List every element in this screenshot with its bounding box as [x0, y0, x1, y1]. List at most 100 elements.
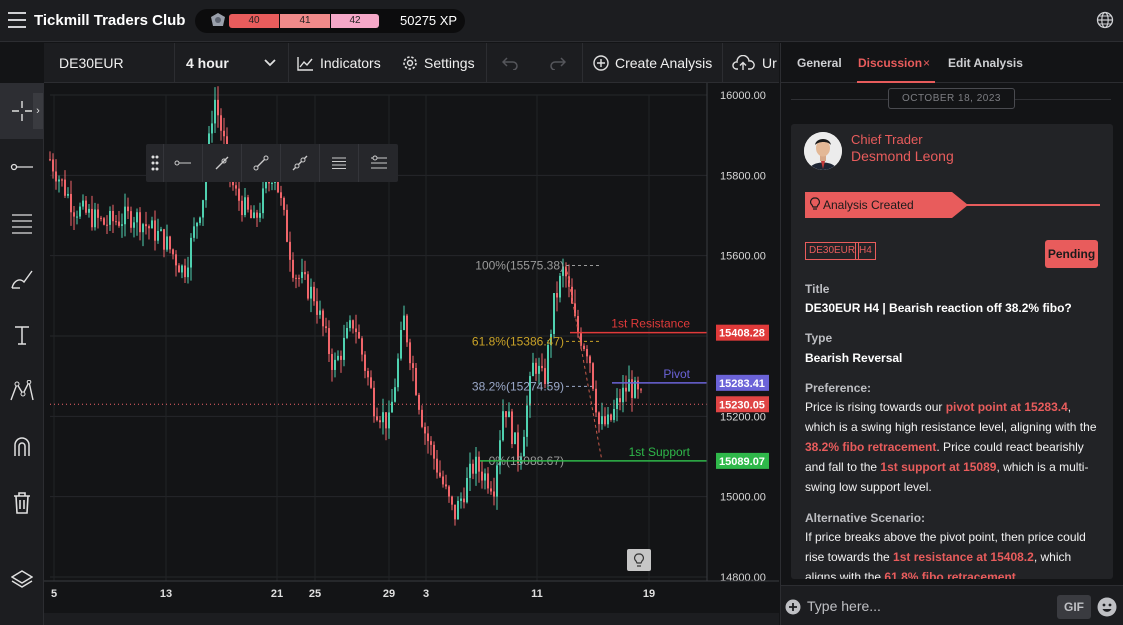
candle-body	[139, 212, 141, 233]
candle-body	[391, 401, 393, 413]
settings-label: Settings	[424, 55, 475, 71]
candle-body	[586, 349, 588, 357]
text-tool[interactable]	[0, 307, 44, 363]
cloud-upload-icon	[732, 55, 755, 70]
candle-body	[124, 206, 126, 225]
candle-body	[184, 265, 186, 278]
candle-body	[220, 115, 222, 131]
tab-general[interactable]: General	[797, 56, 842, 70]
candle-body	[481, 471, 483, 481]
create-analysis-button[interactable]: Create Analysis	[593, 43, 712, 83]
indicators-label: Indicators	[320, 55, 381, 71]
candle-body	[436, 458, 438, 473]
candle-body	[259, 213, 261, 218]
timeframe-select[interactable]: 4 hour	[186, 43, 278, 83]
gif-button[interactable]: GIF	[1057, 595, 1091, 619]
date-axis-label: 21	[271, 588, 283, 600]
candle-body	[193, 226, 195, 238]
ray-line-icon[interactable]	[164, 144, 203, 182]
candle-body	[385, 412, 387, 429]
candle-body	[115, 221, 117, 223]
magnet-tool[interactable]	[0, 419, 44, 475]
type-label: Type	[805, 331, 833, 345]
emoji-icon[interactable]	[1097, 597, 1117, 617]
candle-body	[331, 354, 333, 370]
tab-discussion[interactable]: Discussion	[858, 56, 922, 70]
candle-body	[133, 222, 135, 228]
candle-body	[49, 159, 51, 161]
candle-body	[70, 193, 72, 213]
candle-body	[178, 265, 180, 273]
date-axis-label: 19	[643, 588, 655, 600]
drag-handle-icon[interactable]	[146, 144, 164, 182]
fib-retracement-tool[interactable]	[0, 195, 44, 251]
delete-tool[interactable]	[0, 475, 44, 531]
crosshair-tool[interactable]: ›	[0, 83, 44, 139]
candle-body	[490, 488, 492, 492]
candle-body	[592, 363, 594, 389]
candle-body	[244, 197, 246, 216]
chevron-down-icon	[264, 59, 276, 67]
date-axis-label: 3	[423, 588, 429, 600]
close-tab-icon[interactable]: ×	[923, 56, 930, 70]
menu-icon[interactable]	[8, 12, 26, 28]
candle-body	[55, 171, 57, 182]
candle-body	[631, 379, 633, 398]
candle-body	[409, 342, 411, 364]
price-axis-label: 15000.00	[720, 492, 766, 504]
symbol-selector[interactable]: DE30EUR	[59, 43, 124, 83]
candle-body	[94, 209, 96, 228]
candle-body	[88, 208, 90, 213]
candle-body	[241, 200, 243, 216]
fib-channel-icon[interactable]	[359, 144, 398, 182]
upload-button[interactable]: Ur	[732, 43, 777, 83]
rank-badge-icon	[211, 13, 225, 26]
tab-edit-analysis[interactable]: Edit Analysis	[948, 56, 1023, 70]
upload-label: Ur	[762, 55, 777, 71]
symbol-tag: DE30EUR	[805, 242, 860, 260]
horizontal-ray-tool[interactable]	[0, 139, 44, 195]
expand-tools-icon[interactable]: ›	[33, 93, 43, 129]
segment-line-icon[interactable]	[242, 144, 281, 182]
extended-line-icon[interactable]	[281, 144, 320, 182]
candle-body	[439, 472, 441, 477]
candle-body	[316, 301, 318, 315]
redo-icon[interactable]	[550, 56, 566, 70]
candle-body	[343, 337, 345, 360]
parallel-channel-icon[interactable]	[320, 144, 359, 182]
candle-body	[637, 380, 639, 390]
candle-body	[214, 99, 216, 124]
candle-body	[292, 259, 294, 278]
candle-body	[148, 226, 150, 229]
message-input[interactable]: Type here...	[807, 598, 881, 614]
trend-line-icon[interactable]	[203, 144, 242, 182]
candle-body	[601, 416, 603, 425]
indicators-button[interactable]: Indicators	[297, 43, 381, 83]
avatar[interactable]	[804, 132, 842, 170]
candle-body	[235, 185, 237, 189]
author-role: Chief Trader	[851, 132, 923, 147]
candle-body	[307, 274, 309, 299]
candle-body	[394, 387, 396, 402]
pattern-tool[interactable]	[0, 363, 44, 419]
candle-body	[97, 209, 99, 218]
candle-body	[538, 365, 540, 374]
candle-body	[430, 441, 432, 445]
candle-body	[418, 394, 420, 410]
app-title: Tickmill Traders Club	[34, 12, 186, 29]
layers-tool[interactable]	[0, 551, 44, 607]
author-name[interactable]: Desmond Leong	[851, 148, 954, 164]
add-attachment-icon[interactable]	[785, 599, 801, 615]
support-price-tag-label: 15089.07	[719, 456, 765, 468]
candle-body	[454, 504, 456, 520]
brush-tool[interactable]	[0, 251, 44, 307]
candle-body	[181, 265, 183, 273]
drawing-tools-sidebar: ›	[0, 83, 44, 625]
globe-icon[interactable]	[1096, 11, 1114, 29]
undo-icon[interactable]	[502, 56, 518, 70]
candle-body	[163, 229, 165, 250]
settings-button[interactable]: Settings	[402, 43, 475, 83]
timeframe-label: 4 hour	[186, 55, 229, 71]
date-axis-label: 11	[531, 588, 543, 600]
brush-icon	[11, 270, 33, 289]
